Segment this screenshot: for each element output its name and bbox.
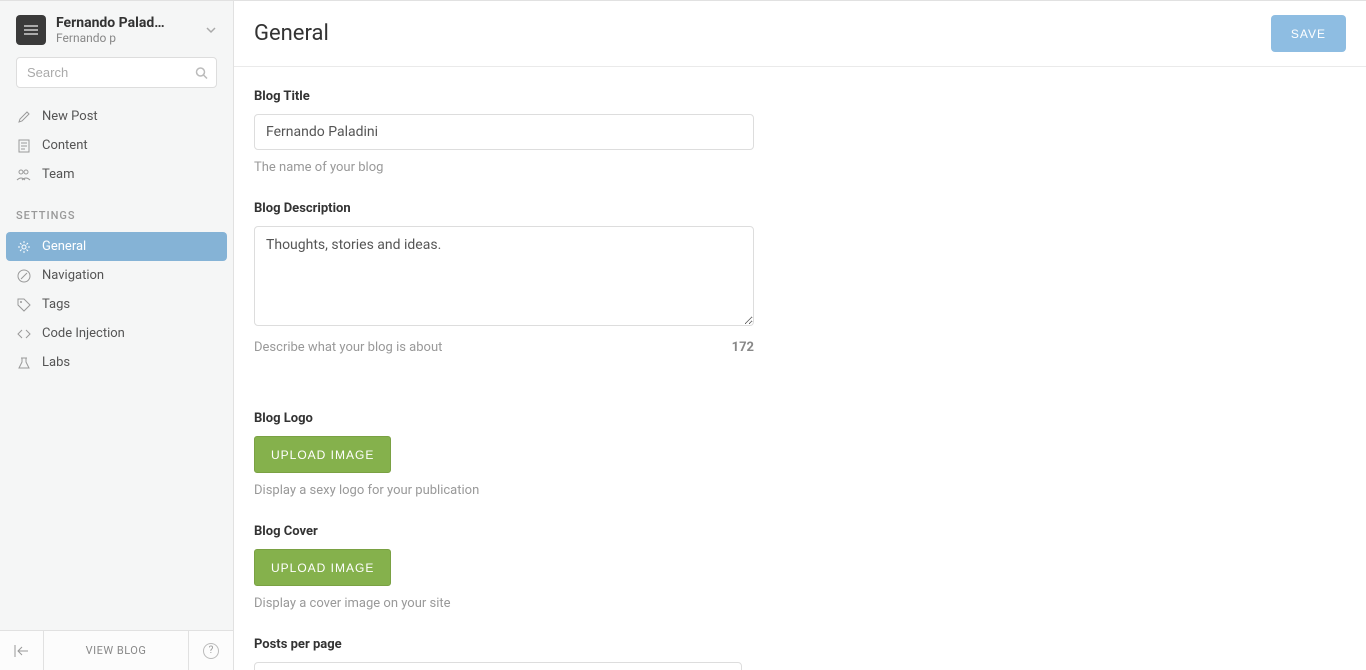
- blog-name: Fernando Palad…: [56, 15, 195, 31]
- labs-icon: [16, 355, 31, 370]
- sidebar-footer: VIEW BLOG ?: [0, 630, 233, 670]
- compass-icon: [16, 268, 31, 283]
- save-button[interactable]: SAVE: [1271, 15, 1346, 52]
- view-blog-link[interactable]: VIEW BLOG: [44, 631, 189, 670]
- page-title: General: [254, 21, 329, 46]
- nav-code-injection[interactable]: Code Injection: [0, 319, 233, 348]
- blog-switcher[interactable]: Fernando Palad… Fernando p: [0, 1, 233, 57]
- user-name: Fernando p: [56, 31, 195, 45]
- nav-content[interactable]: Content: [0, 131, 233, 160]
- nav-team[interactable]: Team: [0, 160, 233, 189]
- nav-label: Team: [42, 167, 75, 182]
- blog-description-input[interactable]: [254, 226, 754, 326]
- sidebar: Fernando Palad… Fernando p New Post: [0, 1, 234, 670]
- nav-label: New Post: [42, 109, 98, 124]
- pen-icon: [16, 109, 31, 124]
- nav-label: Code Injection: [42, 326, 125, 341]
- help-button[interactable]: ?: [189, 631, 233, 670]
- collapse-sidebar-button[interactable]: [0, 631, 44, 670]
- upload-cover-button[interactable]: UPLOAD IMAGE: [254, 549, 391, 586]
- blog-title-label: Blog Title: [254, 89, 754, 104]
- blog-logo-label: Blog Logo: [254, 411, 754, 426]
- posts-per-page-label: Posts per page: [254, 637, 754, 652]
- description-char-counter: 172: [732, 340, 754, 355]
- code-icon: [16, 326, 31, 341]
- upload-logo-button[interactable]: UPLOAD IMAGE: [254, 436, 391, 473]
- tag-icon: [16, 297, 31, 312]
- help-icon: ?: [203, 643, 219, 659]
- blog-description-label: Blog Description: [254, 201, 754, 216]
- blog-title-input[interactable]: [254, 114, 754, 150]
- nav-label: Navigation: [42, 268, 104, 283]
- blog-title-hint: The name of your blog: [254, 160, 754, 175]
- nav-new-post[interactable]: New Post: [0, 102, 233, 131]
- nav-general[interactable]: General: [6, 232, 227, 261]
- content-header: General SAVE: [234, 1, 1366, 67]
- settings-header: SETTINGS: [0, 189, 233, 228]
- posts-per-page-input[interactable]: [254, 662, 742, 670]
- blog-description-hint: Describe what your blog is about: [254, 340, 442, 355]
- settings-form: Blog Title The name of your blog Blog De…: [234, 67, 1366, 670]
- team-icon: [16, 167, 31, 182]
- main-panel: General SAVE Blog Title The name of your…: [234, 1, 1366, 670]
- nav-label: Tags: [42, 297, 70, 312]
- gear-icon: [16, 239, 31, 254]
- blog-cover-hint: Display a cover image on your site: [254, 596, 754, 611]
- search-input[interactable]: [16, 57, 217, 88]
- nav-tags[interactable]: Tags: [0, 290, 233, 319]
- blog-logo-hint: Display a sexy logo for your publication: [254, 483, 754, 498]
- blog-logo-icon: [16, 15, 46, 45]
- collapse-icon: [14, 644, 30, 658]
- nav-label: Labs: [42, 355, 70, 370]
- content-icon: [16, 138, 31, 153]
- nav-label: Content: [42, 138, 88, 153]
- nav-label: General: [42, 239, 86, 254]
- chevron-down-icon: [205, 24, 217, 36]
- blog-cover-label: Blog Cover: [254, 524, 754, 539]
- nav-labs[interactable]: Labs: [0, 348, 233, 377]
- nav-navigation[interactable]: Navigation: [0, 261, 233, 290]
